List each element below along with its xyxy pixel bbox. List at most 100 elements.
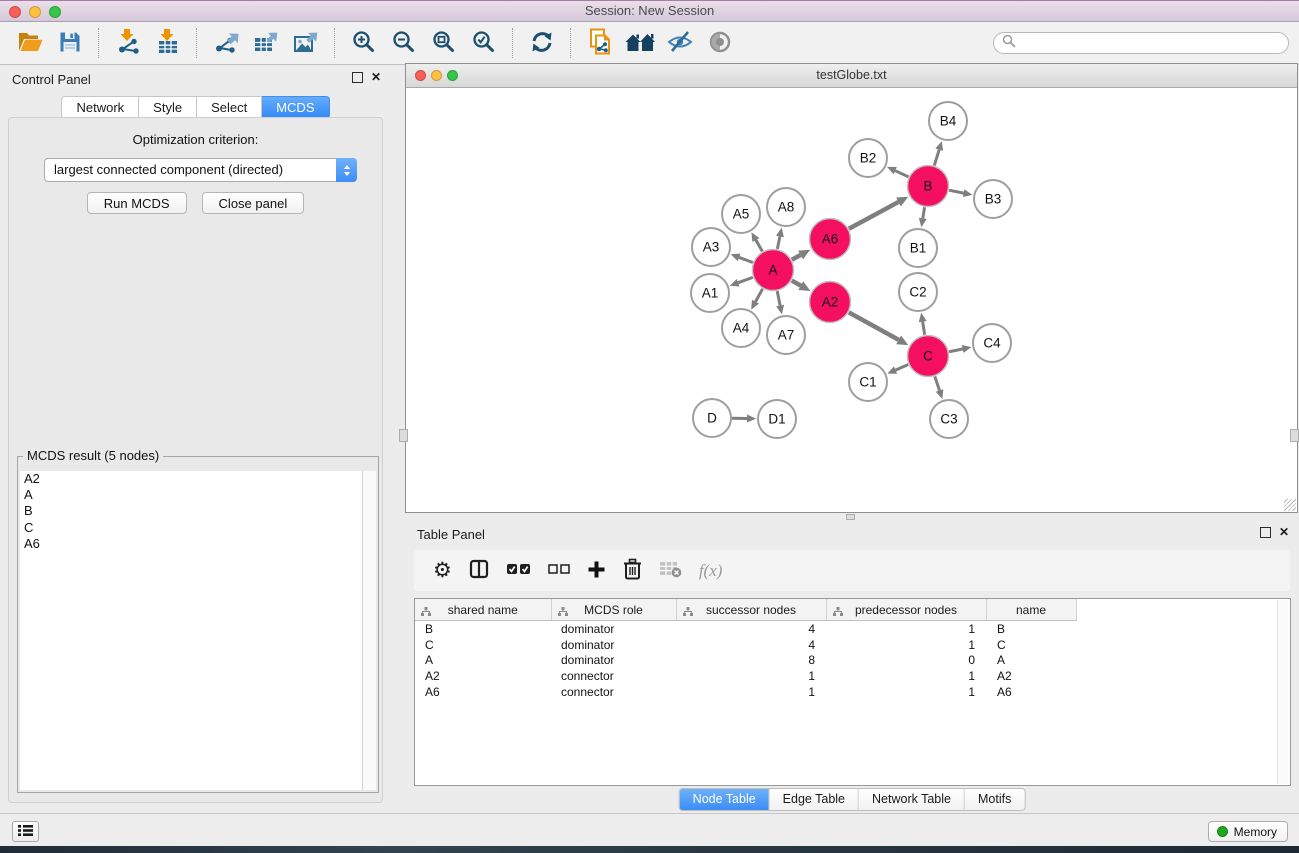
table-cell[interactable]: dominator <box>551 652 676 668</box>
zoom-network-button[interactable] <box>447 70 458 81</box>
zoom-out-button[interactable] <box>384 25 424 61</box>
zoom-in-button[interactable] <box>344 25 384 61</box>
graph-edge-A-A2[interactable] <box>792 281 811 291</box>
graph-edge-B-B4[interactable] <box>934 141 943 165</box>
show-panels-button[interactable] <box>12 821 39 842</box>
table-cell[interactable]: 1 <box>826 621 986 637</box>
criterion-select[interactable]: largest connected component (directed) <box>44 158 357 182</box>
function-builder-button[interactable]: f(x) <box>699 561 723 581</box>
graph-edge-B-B3[interactable] <box>949 189 972 197</box>
graph-edge-A-A6[interactable] <box>792 250 810 260</box>
mcds-result-item[interactable]: C <box>20 520 376 536</box>
column-header-shared-name[interactable]: shared name <box>415 599 551 621</box>
import-network-button[interactable] <box>108 25 148 61</box>
table-cell[interactable]: 1 <box>826 637 986 653</box>
mcds-result-item[interactable]: B <box>20 503 376 519</box>
graph-node-D1[interactable]: D1 <box>758 400 796 438</box>
graph-edge-A-A4[interactable] <box>751 289 762 310</box>
graph-node-A2[interactable]: A2 <box>810 282 851 323</box>
graph-node-A6[interactable]: A6 <box>810 219 851 260</box>
graph-node-A1[interactable]: A1 <box>691 274 729 312</box>
table-row[interactable]: A6connector11A6 <box>415 684 1291 700</box>
table-cell[interactable]: B <box>415 621 551 637</box>
tab-style[interactable]: Style <box>139 96 197 119</box>
table-cell[interactable]: 4 <box>676 621 826 637</box>
zoom-window-button[interactable] <box>49 6 61 18</box>
table-row[interactable]: Adominator80A <box>415 652 1291 668</box>
close-panel-icon[interactable]: ✕ <box>371 72 381 83</box>
graph-edge-C-C4[interactable] <box>949 345 971 353</box>
import-table-button[interactable] <box>148 25 188 61</box>
table-cell[interactable]: B <box>986 621 1076 637</box>
tab-motifs[interactable]: Motifs <box>965 789 1024 810</box>
table-options-button[interactable]: ⚙ <box>433 560 452 581</box>
close-panel-icon[interactable]: ✕ <box>1279 527 1289 538</box>
mcds-result-item[interactable]: A <box>20 487 376 503</box>
table-cell[interactable]: A6 <box>986 684 1076 700</box>
graph-edge-B-B2[interactable] <box>887 167 908 177</box>
tab-network[interactable]: Network <box>61 96 139 119</box>
network-graph[interactable]: AA1A2A3A4A5A6A7A8BB1B2B3B4CC1C2C3C4DD1 <box>406 88 1297 513</box>
table-cell[interactable]: connector <box>551 684 676 700</box>
column-header-successor-nodes[interactable]: successor nodes <box>676 599 826 621</box>
table-row[interactable]: A2connector11A2 <box>415 668 1291 684</box>
tab-select[interactable]: Select <box>197 96 262 119</box>
show-columns-button[interactable] <box>469 559 489 582</box>
graph-edge-C-C1[interactable] <box>887 365 908 374</box>
delete-row-button[interactable] <box>623 558 642 583</box>
graph-node-A[interactable]: A <box>753 250 794 291</box>
graph-node-C3[interactable]: C3 <box>930 400 968 438</box>
zoom-fit-button[interactable] <box>424 25 464 61</box>
graph-node-B3[interactable]: B3 <box>974 180 1012 218</box>
deselect-all-button[interactable] <box>548 563 570 578</box>
first-neighbors-button[interactable] <box>620 25 660 61</box>
table-cell[interactable]: 4 <box>676 637 826 653</box>
table-cell[interactable]: 8 <box>676 652 826 668</box>
graph-edge-A-A1[interactable] <box>730 277 753 286</box>
table-cell[interactable]: A6 <box>415 684 551 700</box>
table-cell[interactable]: C <box>415 637 551 653</box>
graph-edge-A-A8[interactable] <box>776 228 784 249</box>
split-handle-right[interactable] <box>1290 429 1299 442</box>
open-session-button[interactable] <box>10 25 50 61</box>
graph-node-B[interactable]: B <box>908 166 949 207</box>
select-all-button[interactable] <box>506 562 531 579</box>
export-image-button[interactable] <box>286 25 326 61</box>
graph-node-B1[interactable]: B1 <box>899 229 937 267</box>
graph-node-C[interactable]: C <box>908 336 949 377</box>
table-cell[interactable]: C <box>986 637 1076 653</box>
close-window-button[interactable] <box>9 6 21 18</box>
table-cell[interactable]: 1 <box>676 684 826 700</box>
graph-node-A7[interactable]: A7 <box>767 316 805 354</box>
export-network-button[interactable] <box>206 25 246 61</box>
split-handle-left[interactable] <box>399 429 408 442</box>
apply-layout-button[interactable] <box>522 25 562 61</box>
float-panel-icon[interactable] <box>1260 527 1271 538</box>
tab-node-table[interactable]: Node Table <box>680 789 770 810</box>
table-cell[interactable]: connector <box>551 668 676 684</box>
export-table-button[interactable] <box>246 25 286 61</box>
graph-edge-A-A3[interactable] <box>731 254 753 263</box>
tab-network-table[interactable]: Network Table <box>859 789 965 810</box>
save-session-button[interactable] <box>50 25 90 61</box>
new-network-from-selection-button[interactable] <box>580 25 620 61</box>
graph-edge-C-C2[interactable] <box>919 313 927 335</box>
column-header-predecessor-nodes[interactable]: predecessor nodes <box>826 599 986 621</box>
search-box[interactable] <box>993 32 1289 54</box>
table-cell[interactable]: dominator <box>551 637 676 653</box>
graph-edge-A6-B[interactable] <box>849 197 908 229</box>
float-panel-icon[interactable] <box>352 72 363 83</box>
column-header-mcds-role[interactable]: MCDS role <box>551 599 676 621</box>
table-cell[interactable]: A2 <box>415 668 551 684</box>
close-panel-button[interactable]: Close panel <box>202 192 305 214</box>
graph-edge-C-C3[interactable] <box>935 376 944 399</box>
graph-node-B2[interactable]: B2 <box>849 139 887 177</box>
graph-node-C4[interactable]: C4 <box>973 324 1011 362</box>
search-input[interactable] <box>1016 35 1280 51</box>
delete-table-button[interactable] <box>659 561 682 581</box>
table-cell[interactable]: A2 <box>986 668 1076 684</box>
add-row-button[interactable] <box>587 560 606 582</box>
mcds-result-item[interactable]: A6 <box>20 536 376 552</box>
minimize-network-button[interactable] <box>431 70 442 81</box>
graph-node-C2[interactable]: C2 <box>899 273 937 311</box>
